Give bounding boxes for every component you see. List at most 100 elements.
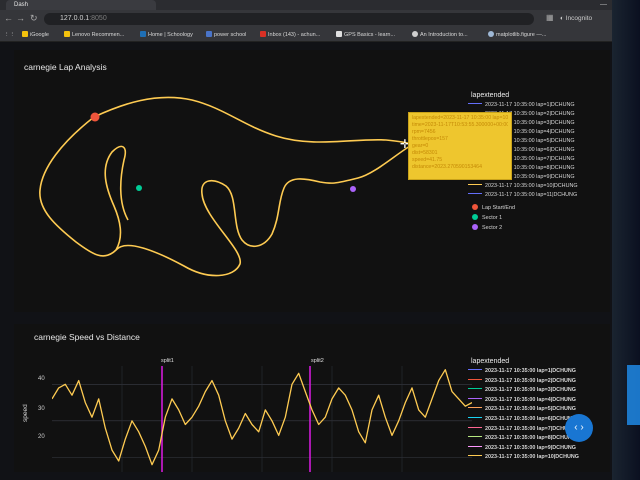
- lap-legend-item[interactable]: 2023-11-17 10:35:00 lap=11|DCHUNG: [468, 192, 577, 198]
- hover-tooltip: lapextended=2023-11-17 10:35:00 lap=10|D…: [408, 112, 512, 180]
- hover-line: rpm=7456: [412, 129, 436, 135]
- legend-label: 2023-11-17 10:35:00 lap=2|DCHUNG: [485, 377, 576, 384]
- legend-swatch: [468, 426, 482, 428]
- speed-chart-title: carnegie Speed vs Distance: [34, 332, 140, 342]
- legend-label: 2023-11-17 10:35:00 lap=6|DCHUNG: [485, 416, 576, 422]
- y-tick-20: 20: [38, 434, 45, 440]
- address-bar-row: ← → ↻ 127.0.0.1:8050 ▦ ◐ Incognito: [0, 10, 640, 28]
- speed-legend: lapextended 2023-11-17 10:35:00 lap=1|DC…: [468, 358, 608, 470]
- url-input[interactable]: 127.0.0.1:8050: [44, 13, 534, 25]
- minimize-icon[interactable]: —: [600, 1, 607, 8]
- legend-label: Sector 1: [482, 215, 503, 221]
- legend-label: 2023-11-17 10:35:00 lap=10|DCHUNG: [485, 454, 579, 461]
- hover-lines: lapextended=2023-11-17 10:35:00 lap=10|D…: [412, 115, 508, 171]
- legend-label: Lap Start/End: [482, 205, 515, 211]
- speed-y-label: speed: [22, 404, 29, 422]
- hover-line: distance=2023.270590153464: [412, 164, 482, 170]
- tab-strip: Dash — ☐: [0, 0, 640, 10]
- speed-legend-item[interactable]: 2023-11-17 10:35:00 lap=10|DCHUNG: [468, 454, 579, 460]
- speed-plot-area[interactable]: [52, 366, 472, 472]
- dash-page: carnegie Lap Analysis ✛ lapextended 2023…: [0, 42, 640, 480]
- code-chevrons-icon: ‹ ›: [574, 422, 584, 433]
- legend-swatch: [468, 388, 482, 390]
- bookmark-igoogle[interactable]: iGoogle: [22, 30, 49, 40]
- y-tick-30: 30: [38, 406, 45, 412]
- back-icon[interactable]: ←: [4, 13, 13, 23]
- bookmark-matplotlib[interactable]: matplotlib.figure —...: [488, 30, 546, 40]
- hover-line: throttlepos=157: [412, 136, 448, 142]
- legend-swatch: [468, 407, 482, 409]
- legend-swatch: [468, 445, 482, 447]
- screen: Dash — ☐ ← → ↻ 127.0.0.1:8050 ▦ ◐ Incogn…: [0, 0, 640, 480]
- bookmark-inbox[interactable]: Inbox (143) - achun...: [260, 30, 320, 40]
- sector-1-marker[interactable]: [136, 185, 142, 191]
- speed-legend-item[interactable]: 2023-11-17 10:35:00 lap=8|DCHUNG: [468, 435, 576, 441]
- legend-swatch: [468, 184, 482, 185]
- hover-line: dist=58301: [412, 150, 438, 156]
- marker-legend-item[interactable]: Sector 2: [472, 224, 502, 231]
- track-line: [39, 96, 412, 277]
- lap-legend-item[interactable]: 2023-11-17 10:35:00 lap=1|DCHUNG: [468, 102, 575, 108]
- legend-dot: [472, 204, 478, 210]
- legend-label: 2023-11-17 10:35:00 lap=10|DCHUNG: [485, 183, 578, 189]
- marker-legend-item[interactable]: Lap Start/End: [472, 204, 515, 211]
- sector-2-marker[interactable]: [350, 186, 356, 192]
- speed-legend-item[interactable]: 2023-11-17 10:35:00 lap=2|DCHUNG: [468, 378, 576, 384]
- tab-dash[interactable]: Dash: [6, 0, 156, 10]
- lap-legend-title: lapextended: [471, 92, 510, 99]
- legend-label: 2023-11-17 10:35:00 lap=5|DCHUNG: [485, 406, 576, 413]
- bookmark-schoology[interactable]: Home | Schoology: [140, 30, 193, 40]
- marker-legend-item[interactable]: Sector 1: [472, 214, 502, 221]
- hover-line: gear=0: [412, 143, 429, 149]
- bookmark-gps-basics[interactable]: GPS Basics - learn...: [336, 30, 395, 40]
- incognito-label[interactable]: ◐ Incognito: [560, 15, 592, 22]
- speed-legend-item[interactable]: 2023-11-17 10:35:00 lap=5|DCHUNG: [468, 406, 576, 412]
- legend-swatch: [468, 455, 482, 457]
- legend-label: 2023-11-17 10:35:00 lap=4|DCHUNG: [485, 396, 576, 403]
- speed-legend-item[interactable]: 2023-11-17 10:35:00 lap=9|DCHUNG: [468, 445, 576, 451]
- bookmark-powerschool[interactable]: power school: [206, 30, 246, 40]
- reload-icon[interactable]: ↻: [30, 13, 38, 24]
- legend-swatch: [468, 193, 482, 194]
- legend-label: 2023-11-17 10:35:00 lap=9|DCHUNG: [485, 444, 576, 451]
- speed-legend-item[interactable]: 2023-11-17 10:35:00 lap=6|DCHUNG: [468, 416, 576, 422]
- lap-analysis-plot[interactable]: carnegie Lap Analysis ✛ lapextended 2023…: [14, 50, 610, 312]
- bookmark-introduction[interactable]: An Introduction to...: [412, 30, 468, 40]
- track-line-inner: [104, 145, 129, 251]
- url-text: 127.0.0.1: [60, 15, 90, 22]
- y-tick-40: 40: [38, 376, 45, 382]
- legend-label: 2023-11-17 10:35:00 lap=7|DCHUNG: [485, 425, 576, 432]
- legend-swatch: [468, 436, 482, 438]
- legend-dot: [472, 214, 478, 220]
- speed-legend-item[interactable]: 2023-11-17 10:35:00 lap=1|DCHUNG: [468, 368, 576, 374]
- url-port: :8050: [89, 15, 107, 22]
- forward-icon[interactable]: →: [16, 13, 25, 23]
- speed-legend-item[interactable]: 2023-11-17 10:35:00 lap=4|DCHUNG: [468, 397, 576, 403]
- lap-start-marker[interactable]: [90, 112, 100, 122]
- speed-legend-item[interactable]: 2023-11-17 10:35:00 lap=3|DCHUNG: [468, 387, 576, 393]
- hover-line: lapextended=2023-11-17 10:35:00 lap=10|D…: [412, 115, 508, 121]
- apps-icon[interactable]: ⋮⋮: [4, 30, 15, 40]
- bezel-glow: [627, 365, 640, 425]
- legend-swatch: [468, 397, 482, 399]
- lap-legend-item[interactable]: 2023-11-17 10:35:00 lap=10|DCHUNG: [468, 183, 578, 189]
- legend-label: 2023-11-17 10:35:00 lap=1|DCHUNG: [485, 368, 576, 374]
- extension-icon[interactable]: ▦: [546, 13, 554, 22]
- speed-plot[interactable]: carnegie Speed vs Distance speed 40 30 2…: [14, 324, 610, 472]
- legend-dot: [472, 224, 478, 230]
- legend-label: 2023-11-17 10:35:00 lap=8|DCHUNG: [485, 435, 576, 442]
- speed-legend-title: lapextended: [471, 358, 510, 365]
- hover-line: time=2023-11-17T10:53:55.300000+00:00: [412, 122, 508, 128]
- split2-label: split2: [311, 358, 324, 364]
- bookmark-lenovo[interactable]: Lenovo Recommen...: [64, 30, 124, 40]
- legend-swatch: [468, 378, 482, 380]
- code-toggle-button[interactable]: ‹ ›: [565, 414, 593, 442]
- split1-label: split1: [161, 358, 174, 364]
- legend-label: Sector 2: [482, 225, 503, 231]
- legend-label: 2023-11-17 10:35:00 lap=3|DCHUNG: [485, 387, 576, 394]
- legend-label: 2023-11-17 10:35:00 lap=11|DCHUNG: [485, 192, 578, 198]
- legend-swatch: [468, 103, 482, 104]
- speed-legend-item[interactable]: 2023-11-17 10:35:00 lap=7|DCHUNG: [468, 426, 576, 432]
- hover-line: speed=41.75: [412, 157, 443, 163]
- tab-title: Dash: [14, 2, 29, 8]
